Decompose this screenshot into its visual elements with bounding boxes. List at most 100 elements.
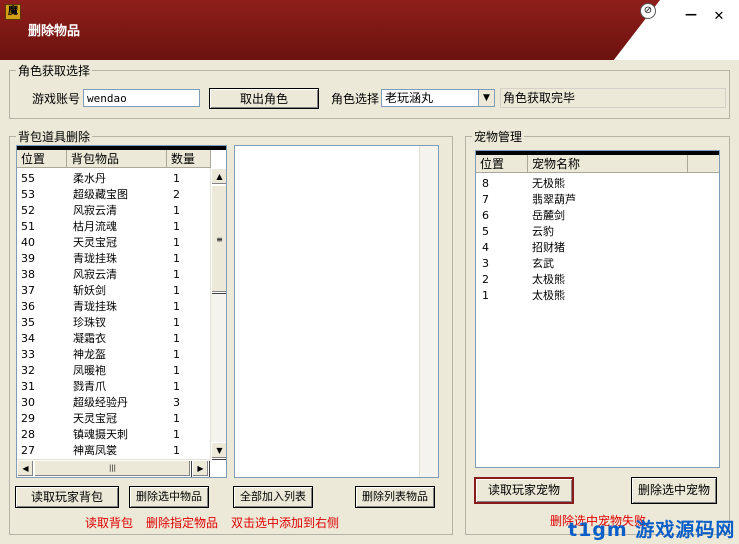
cell-item-name: 超级藏宝图: [73, 188, 128, 201]
table-row[interactable]: 35 珍珠钗 1: [17, 315, 210, 331]
cell-item-name: 斩妖剑: [73, 284, 106, 297]
pet-list[interactable]: 位置 宠物名称 8 无极熊 7 翡翠葫芦 6 岳麓剑 5 云豹 4 招财猪 3 玄武 2 太极熊 1 太极熊: [475, 150, 720, 468]
cell-count: 1: [173, 172, 180, 185]
table-row[interactable]: 31 戮青爪 1: [17, 379, 210, 395]
table-row[interactable]: 5 云豹: [476, 224, 719, 240]
table-row[interactable]: 55 柔水丹 1: [17, 171, 210, 187]
hint-read-bag: 读取背包: [85, 516, 134, 530]
role-select-label: 角色选择: [331, 92, 380, 106]
table-row[interactable]: 1 太极熊: [476, 288, 719, 304]
table-row[interactable]: 27 神离凤裳 1: [17, 443, 210, 459]
cell-pet-name: 云豹: [532, 225, 554, 238]
bag-horizontal-scrollbar[interactable]: ◀ ||| ▶: [17, 459, 210, 477]
cell-slot: 32: [21, 364, 35, 377]
column-header-count[interactable]: 数量: [167, 150, 211, 168]
table-row[interactable]: 38 风寂云清 1: [17, 267, 210, 283]
read-bag-button[interactable]: 读取玩家背包: [15, 486, 119, 508]
cell-count: 1: [173, 428, 180, 441]
read-pets-button[interactable]: 读取玩家宠物: [474, 477, 574, 504]
cell-slot: 37: [21, 284, 35, 297]
scroll-right-icon[interactable]: ▶: [192, 460, 209, 477]
cell-slot: 33: [21, 348, 35, 361]
cell-item-name: 青珑挂珠: [73, 252, 117, 265]
cell-item-name: 枯月流魂: [73, 220, 117, 233]
cell-item-name: 神离凤裳: [73, 444, 117, 457]
table-row[interactable]: 36 青珑挂珠 1: [17, 299, 210, 315]
cell-slot: 27: [21, 444, 35, 457]
column-header-item[interactable]: 背包物品: [67, 150, 167, 168]
pin-icon[interactable]: ⊘: [640, 3, 656, 19]
cell-slot: 36: [21, 300, 35, 313]
delete-list-items-button[interactable]: 删除列表物品: [355, 486, 435, 508]
cell-item-name: 青珑挂珠: [73, 300, 117, 313]
table-row[interactable]: 7 翡翠葫芦: [476, 192, 719, 208]
cell-slot: 51: [21, 220, 35, 233]
column-header-pet-name[interactable]: 宠物名称: [528, 155, 688, 173]
cell-slot: 55: [21, 172, 35, 185]
table-row[interactable]: 28 镇魂摄天刺 1: [17, 427, 210, 443]
table-row[interactable]: 33 神龙盔 1: [17, 347, 210, 363]
fetch-role-button[interactable]: 取出角色: [209, 88, 319, 109]
add-all-to-list-button[interactable]: 全部加入列表: [233, 486, 313, 508]
delete-queue-list[interactable]: [234, 145, 439, 478]
cell-slot: 6: [482, 209, 489, 222]
table-row[interactable]: 51 枯月流魂 1: [17, 219, 210, 235]
column-header-slot[interactable]: 位置: [476, 155, 528, 173]
account-input[interactable]: [83, 89, 200, 107]
cell-count: 2: [173, 188, 180, 201]
pet-list-header: 位置 宠物名称: [476, 155, 719, 173]
table-row[interactable]: 32 凤暖袍 1: [17, 363, 210, 379]
table-row[interactable]: 52 风寂云清 1: [17, 203, 210, 219]
cell-count: 1: [173, 220, 180, 233]
minimize-button[interactable]: —: [684, 7, 698, 21]
app-icon: 魔: [5, 4, 21, 20]
table-row[interactable]: 37 斩妖剑 1: [17, 283, 210, 299]
table-row[interactable]: 40 天灵宝冠 1: [17, 235, 210, 251]
role-select-dropdown[interactable]: 老玩涵丸 ▼: [381, 89, 495, 107]
table-row[interactable]: 29 天灵宝冠 1: [17, 411, 210, 427]
cell-slot: 34: [21, 332, 35, 345]
close-button[interactable]: ✕: [712, 10, 726, 24]
watermark-text: t1gm 游戏源码网: [568, 519, 736, 541]
cell-slot: 38: [21, 268, 35, 281]
scroll-left-icon[interactable]: ◀: [17, 460, 34, 477]
table-row[interactable]: 39 青珑挂珠 1: [17, 251, 210, 267]
chevron-down-icon[interactable]: ▼: [478, 90, 494, 106]
grip-icon: ≡: [216, 235, 223, 244]
table-row[interactable]: 2 太极熊: [476, 272, 719, 288]
bag-vertical-scrollbar[interactable]: ▲ ≡ ▼: [210, 168, 226, 459]
cell-pet-name: 太极熊: [532, 289, 565, 302]
scroll-up-icon[interactable]: ▲: [211, 168, 226, 185]
role-select-legend: 角色获取选择: [18, 64, 91, 78]
cell-item-name: 凤暖袍: [73, 364, 106, 377]
cell-slot: 3: [482, 257, 489, 270]
delete-selected-pet-button[interactable]: 删除选中宠物: [631, 477, 717, 504]
cell-slot: 30: [21, 396, 35, 409]
pet-manage-legend: 宠物管理: [474, 130, 523, 144]
table-row[interactable]: 6 岳麓剑: [476, 208, 719, 224]
delete-selected-item-button[interactable]: 删除选中物品: [129, 486, 209, 508]
cell-item-name: 戮青爪: [73, 380, 106, 393]
table-row[interactable]: 30 超级经验丹 3: [17, 395, 210, 411]
cell-slot: 1: [482, 289, 489, 302]
scroll-thumb[interactable]: ≡: [211, 185, 226, 293]
bag-item-list[interactable]: 位置 背包物品 数量 55 柔水丹 1 53 超级藏宝图 2 52 风寂云清 1 51 枯月流魂 1 4…: [16, 145, 227, 478]
cell-slot: 28: [21, 428, 35, 441]
table-row[interactable]: 53 超级藏宝图 2: [17, 187, 210, 203]
hint-delete-item: 删除指定物品: [146, 516, 219, 530]
table-row[interactable]: 8 无极熊: [476, 176, 719, 192]
cell-slot: 8: [482, 177, 489, 190]
cell-item-name: 天灵宝冠: [73, 412, 117, 425]
cell-slot: 40: [21, 236, 35, 249]
scroll-down-icon[interactable]: ▼: [211, 442, 226, 459]
grip-icon: |||: [108, 464, 117, 472]
cell-item-name: 风寂云清: [73, 268, 117, 281]
cell-slot: 52: [21, 204, 35, 217]
table-row[interactable]: 4 招财猪: [476, 240, 719, 256]
hscroll-thumb[interactable]: |||: [34, 460, 191, 477]
cell-count: 1: [173, 412, 180, 425]
table-row[interactable]: 34 凝霜衣 1: [17, 331, 210, 347]
queue-vertical-scrollbar[interactable]: [419, 146, 438, 477]
table-row[interactable]: 3 玄武: [476, 256, 719, 272]
column-header-slot[interactable]: 位置: [17, 150, 67, 168]
